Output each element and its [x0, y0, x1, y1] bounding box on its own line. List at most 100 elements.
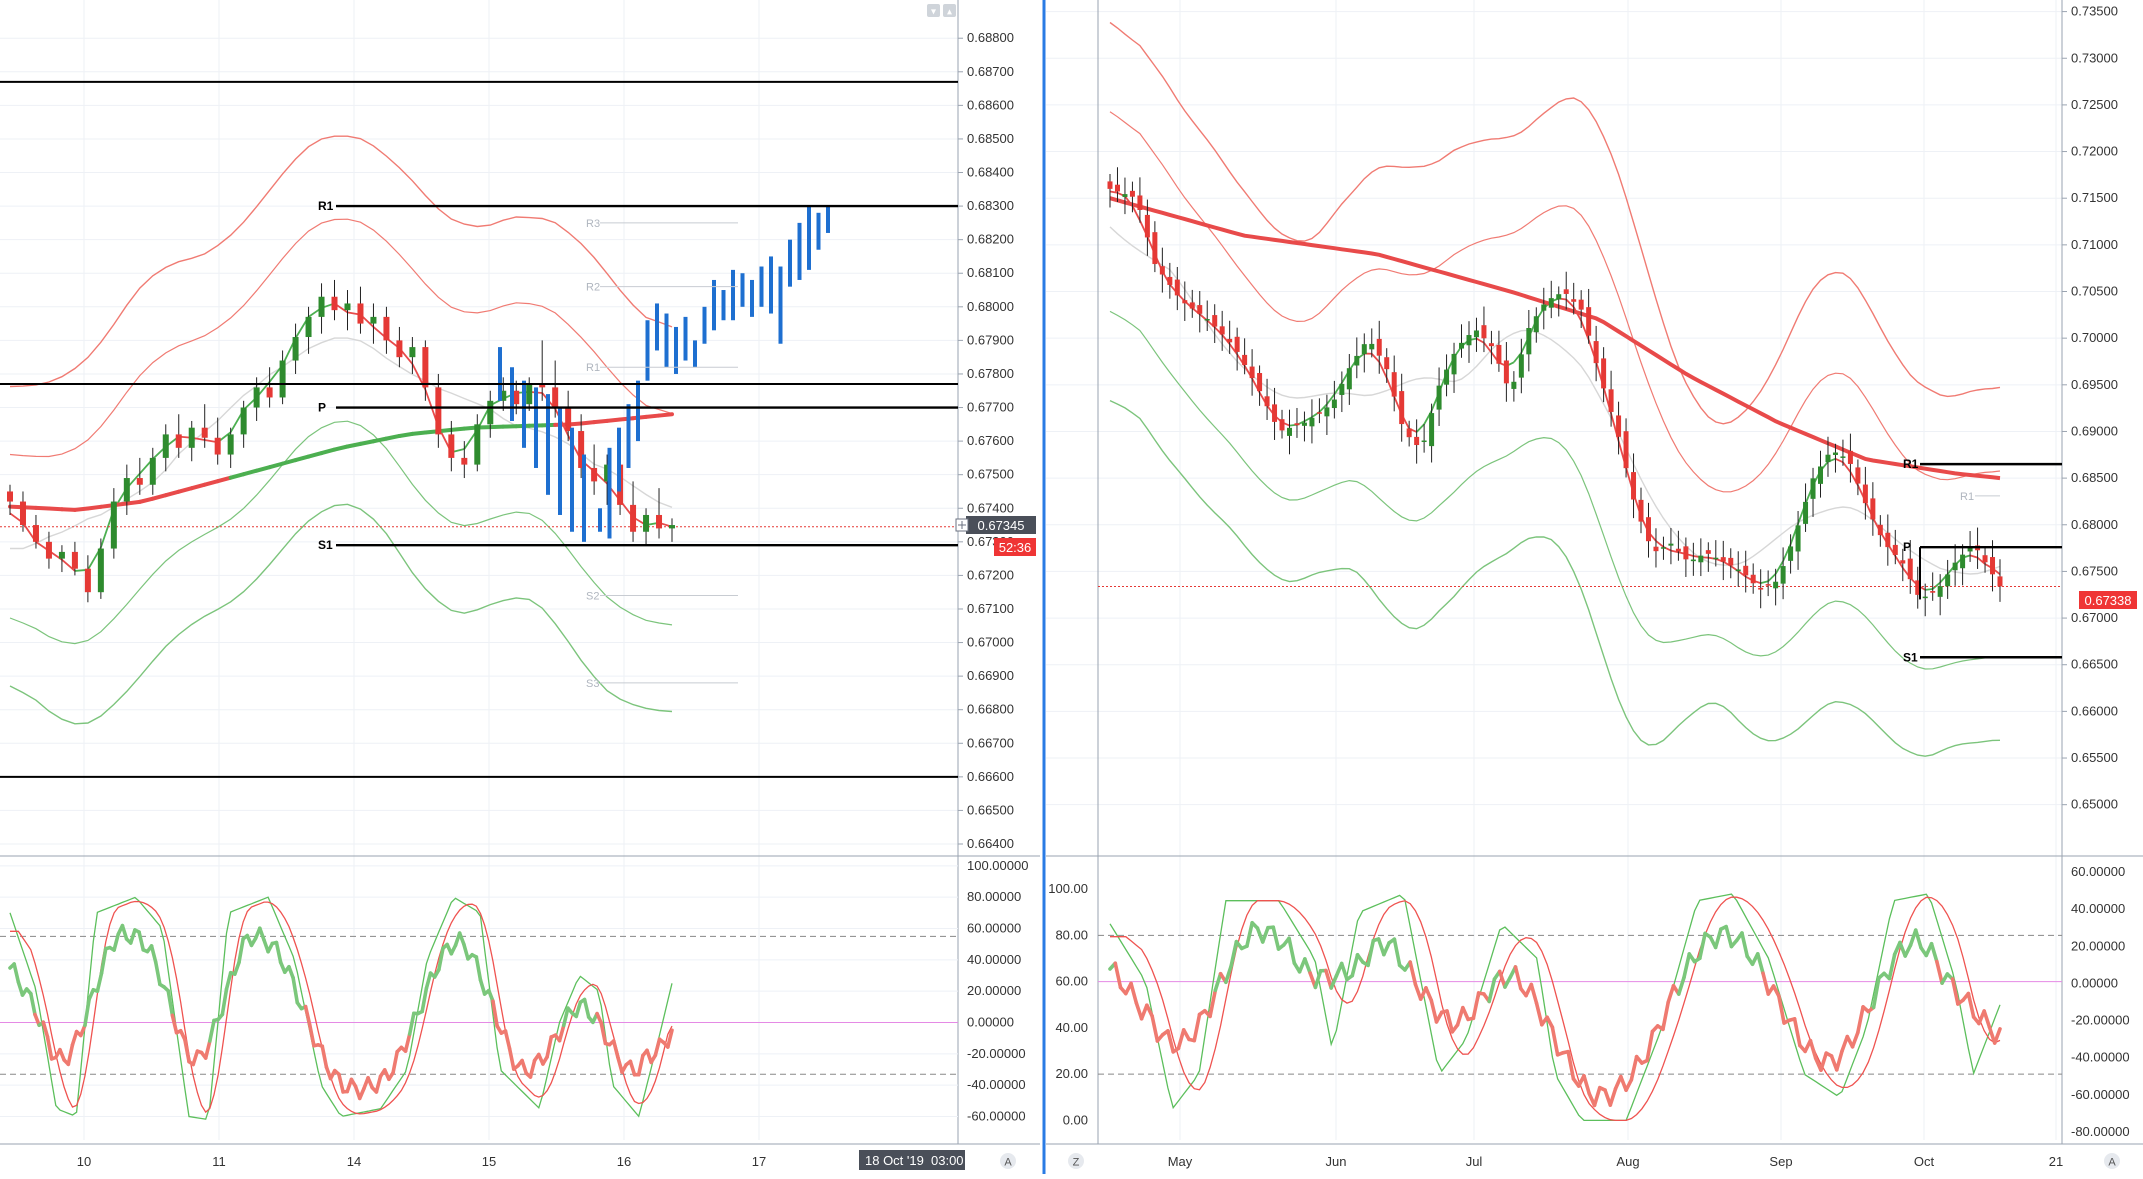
chart-workspace: R1PS1R3R2R1S2S3 0.688000.687000.686000.6… [0, 0, 2143, 1174]
left-candle-body [383, 317, 389, 341]
right-candle-body [1280, 419, 1285, 430]
right-candle-body [1265, 396, 1270, 406]
right-time-tick-label: Jul [1466, 1154, 1483, 1169]
left-projection-bar [627, 404, 631, 468]
right-candle-body [1250, 367, 1255, 379]
left-candle-body [513, 391, 519, 404]
right-candle-body [1197, 305, 1202, 314]
right-candle-body [1594, 341, 1599, 363]
right-candle-body [1661, 547, 1666, 549]
left-candle-body [370, 317, 376, 324]
left-projection-bar [608, 448, 612, 539]
right-candle-body [1691, 560, 1696, 562]
right-candle-body [1369, 344, 1374, 349]
right-candle-body [1781, 566, 1786, 584]
left-candle-body [46, 542, 52, 559]
left-oscillator-axis[interactable]: 100.0000080.0000060.0000040.0000020.0000… [967, 858, 1028, 1124]
right-osc-left-tick-label: 100.00 [1048, 881, 1088, 896]
right-candle-body [1751, 575, 1756, 584]
right-price-tick-label: 0.67500 [2071, 563, 2118, 578]
right-candle-body [1339, 384, 1344, 395]
right-time-tick-label: May [1168, 1154, 1193, 1169]
right-candle-body [1242, 355, 1247, 365]
right-candle-body [1227, 339, 1232, 342]
left-projection-bar [712, 280, 716, 330]
left-osc-tick-label: -40.00000 [967, 1077, 1026, 1092]
right-time-tick-label: Aug [1616, 1154, 1639, 1169]
right-price-tick-label: 0.67000 [2071, 610, 2118, 625]
right-candle-body [1190, 302, 1195, 308]
crosshair-time-tag: 18 Oct '19 03:00 [859, 1150, 965, 1170]
right-candle-body [1444, 370, 1449, 385]
left-candle-body [435, 387, 441, 434]
right-candle-body [1848, 451, 1853, 464]
right-candle-body [1683, 546, 1688, 559]
left-footer-auto-button[interactable]: A [1000, 1153, 1016, 1169]
left-price-tick-label: 0.67900 [967, 332, 1014, 347]
left-candle-body [565, 408, 571, 432]
right-candle-body [1706, 550, 1711, 554]
right-candle-body [1923, 597, 1928, 599]
right-osc-right-tick-label: -80.00000 [2071, 1124, 2130, 1139]
right-osc-left-tick-label: 40.00 [1055, 1020, 1088, 1035]
right-candle-body [1115, 185, 1120, 192]
left-candle-body [72, 552, 78, 569]
left-candle-body [267, 387, 273, 397]
right-osc-right-tick-label: 40.00000 [2071, 901, 2125, 916]
left-price-tick-label: 0.68000 [967, 299, 1014, 314]
right-candle-body [1399, 391, 1404, 424]
left-price-tick-label: 0.68500 [967, 131, 1014, 146]
right-price-tag: 0.67338 [2079, 591, 2137, 609]
left-faint-pivot-label: R2 [586, 282, 600, 294]
right-candle-body [1556, 294, 1561, 299]
left-osc-tick-label: 100.00000 [967, 858, 1028, 873]
left-candle-body [461, 458, 467, 465]
left-candle-body [254, 387, 260, 407]
left-osc-tick-label: 20.00000 [967, 983, 1021, 998]
right-osc-right-tick-label: -40.00000 [2071, 1050, 2130, 1065]
left-projection-bar [798, 223, 802, 280]
left-time-tick-label: 15 [482, 1154, 496, 1169]
left-time-tick-label: 17 [752, 1154, 766, 1169]
left-projection-bar [807, 206, 811, 270]
right-faint-pivot-label: R1 [1960, 491, 1974, 503]
right-candle-body [1721, 557, 1726, 562]
right-fast-ma-segment [1925, 589, 1932, 590]
right-candle-body [1736, 569, 1741, 571]
left-price-tick-label: 0.67200 [967, 567, 1014, 582]
left-projection-bar [722, 290, 726, 320]
right-candle-body [1324, 407, 1329, 416]
left-time-tick-label: 16 [617, 1154, 631, 1169]
left-projection-bar [684, 317, 688, 361]
right-candle-body [1309, 418, 1314, 426]
right-candle-body [1429, 413, 1434, 446]
right-candle-body [1698, 556, 1703, 563]
left-candle-body [59, 552, 65, 559]
right-candle-body [1960, 555, 1965, 569]
left-time-tick-label: 14 [347, 1154, 361, 1169]
right-candle-body [1167, 277, 1172, 285]
left-price-tick-label: 0.67500 [967, 467, 1014, 482]
right-candle-body [1564, 289, 1569, 294]
right-candle-body [1235, 337, 1240, 352]
left-projection-bar [546, 394, 550, 495]
left-price-tick-label: 0.68800 [967, 30, 1014, 45]
left-projection-bar [760, 267, 764, 307]
right-osc-right-tick-label: 60.00000 [2071, 864, 2125, 879]
right-candle-body [1272, 404, 1277, 422]
right-candle-body [1878, 525, 1883, 535]
left-projection-bar [741, 273, 745, 307]
right-candle-body [1302, 423, 1307, 426]
left-candle-body [176, 434, 182, 447]
left-projection-bar [617, 428, 621, 492]
left-price-tick-label: 0.66600 [967, 769, 1014, 784]
right-candle-body [1332, 400, 1337, 408]
left-projection-bar [646, 320, 650, 380]
left-candle-body [124, 478, 130, 502]
left-price-tick-label: 0.66900 [967, 668, 1014, 683]
right-candle-body [1437, 386, 1442, 410]
right-candle-body [1108, 181, 1113, 188]
right-candle-body [1893, 545, 1898, 555]
left-projection-bar [510, 367, 514, 421]
right-candle-body [1990, 557, 1995, 574]
